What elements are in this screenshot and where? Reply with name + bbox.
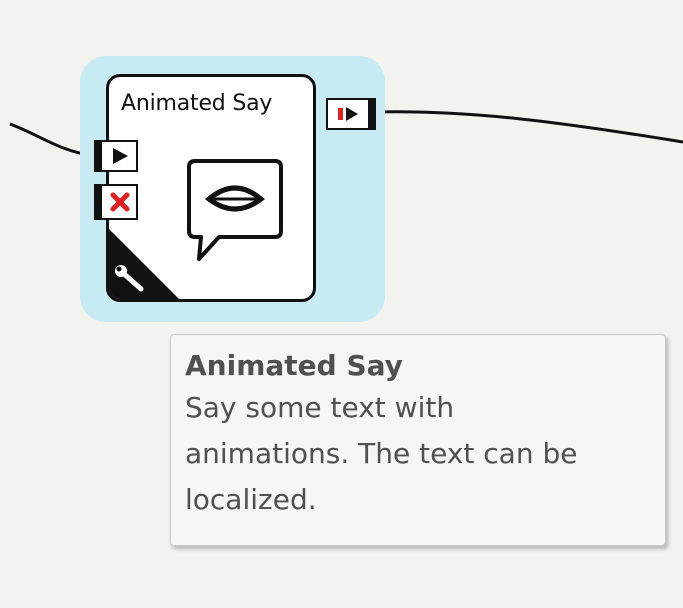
box-tooltip: Animated Say Say some text with animatio…	[170, 334, 666, 546]
onstop-input-port[interactable]	[94, 184, 138, 220]
flow-canvas[interactable]: Animated Say Animated Say Say some text …	[0, 0, 683, 608]
tooltip-line: Say some text with	[185, 391, 455, 424]
tooltip-line: localized.	[185, 483, 317, 516]
outgoing-wire[interactable]	[375, 110, 683, 144]
signal-out-icon	[338, 107, 358, 121]
port-bar	[94, 184, 102, 220]
stop-x-icon	[110, 192, 130, 212]
play-icon	[113, 148, 128, 164]
speech-bubble-mouth-icon	[187, 159, 283, 261]
port-bar	[368, 98, 376, 130]
onstart-input-port[interactable]	[94, 140, 138, 172]
port-bar	[94, 140, 102, 172]
onstopped-output-port[interactable]	[326, 98, 376, 130]
tooltip-description: Say some text with animations. The text …	[185, 385, 651, 523]
wrench-icon[interactable]	[109, 229, 179, 299]
box-title: Animated Say	[121, 91, 273, 116]
tooltip-title: Animated Say	[185, 349, 403, 382]
tooltip-line: animations. The text can be	[185, 437, 578, 470]
